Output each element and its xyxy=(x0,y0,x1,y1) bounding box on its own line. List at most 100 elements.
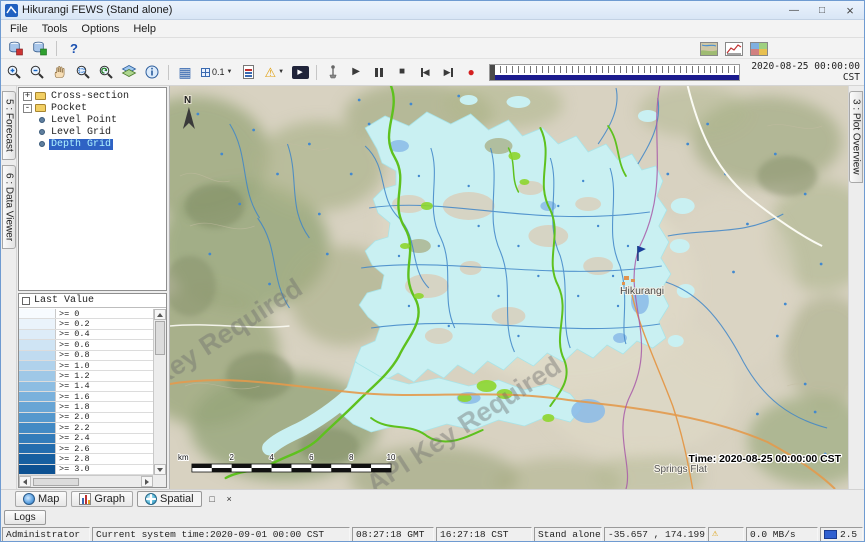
pan-button[interactable] xyxy=(49,61,71,83)
panel-restore-button[interactable]: □ xyxy=(206,492,219,506)
menu-file[interactable]: File xyxy=(3,22,35,36)
shortcut-chart-button[interactable] xyxy=(723,39,745,58)
bottom-tab-label: Spatial xyxy=(160,493,194,505)
tree-expander-icon[interactable]: + xyxy=(23,92,32,101)
scroll-right-button[interactable] xyxy=(141,476,153,487)
toolbar-top-right xyxy=(698,39,770,58)
animation-export-button[interactable]: ▶ xyxy=(289,61,311,83)
scroll-down-button[interactable] xyxy=(154,464,166,475)
legend-vertical-scrollbar[interactable] xyxy=(153,309,166,475)
triangle-down-icon xyxy=(157,468,163,472)
zoom-in-button[interactable] xyxy=(3,61,25,83)
shortcut-map-button[interactable] xyxy=(698,39,720,58)
contour-interval-dropdown[interactable]: 0.1 ▼ xyxy=(197,61,236,83)
database-shortcut-button-1[interactable] xyxy=(4,39,26,58)
legend-row: >= 0.4 xyxy=(19,330,153,340)
bottom-tab-map[interactable]: Map xyxy=(15,491,67,507)
play-button[interactable]: ▶ xyxy=(345,61,367,83)
zoom-previous-button[interactable] xyxy=(95,61,117,83)
status-seg-administrator: Administrator xyxy=(2,527,90,542)
bottom-tab-graph[interactable]: Graph xyxy=(71,491,133,507)
tab-3-plot-overview[interactable]: 3 : Plot Overview xyxy=(849,91,863,183)
color-scale-button[interactable] xyxy=(237,61,259,83)
tree-item-level-grid[interactable]: Level Grid xyxy=(19,126,166,138)
zoom-in-icon xyxy=(6,64,22,80)
legend-color-swatch xyxy=(19,423,56,432)
scroll-up-button[interactable] xyxy=(154,309,166,320)
svg-text:10: 10 xyxy=(387,453,396,462)
app-window: Hikurangi FEWS (Stand alone) — □ × FileT… xyxy=(0,0,865,542)
legend-value-label: >= 0.2 xyxy=(56,319,90,328)
window-controls: — □ × xyxy=(780,1,864,19)
timeline-handle[interactable] xyxy=(490,65,495,80)
tree-item-level-point[interactable]: Level Point xyxy=(19,114,166,126)
step-forward-button[interactable]: ▶ xyxy=(437,61,459,83)
legend-color-swatch xyxy=(19,413,56,422)
map-canvas[interactable]: API Key Required API Key Required Hikura… xyxy=(170,86,848,489)
legend-color-swatch xyxy=(19,382,56,391)
scroll-thumb[interactable] xyxy=(33,478,79,486)
zoom-out-button[interactable] xyxy=(26,61,48,83)
panel-close-button[interactable]: × xyxy=(223,492,236,506)
stop-button[interactable]: ■ xyxy=(391,61,413,83)
memory-usage-bar xyxy=(824,530,837,539)
timeline-ruler xyxy=(494,66,737,73)
status-seg-35-657: -35.657 , 174.199 xyxy=(604,527,706,542)
logs-button[interactable]: Logs xyxy=(4,510,46,525)
close-button[interactable]: × xyxy=(836,1,864,19)
right-tab-strip: 3 : Plot Overview xyxy=(848,86,864,489)
legend-row: >= 0.2 xyxy=(19,319,153,329)
database-shortcut-button-2[interactable] xyxy=(28,39,50,58)
timeline-slider[interactable] xyxy=(489,64,740,81)
tab-5-forecast[interactable]: 5 : Forecast xyxy=(2,91,16,160)
tree-panel: +Cross-section - PocketLevel PointLevel Gr… xyxy=(18,87,167,291)
minimize-button[interactable]: — xyxy=(780,1,808,19)
bottom-tab-label: Graph xyxy=(94,493,125,505)
legend-row: >= 2.0 xyxy=(19,413,153,423)
help-button[interactable]: ? xyxy=(63,39,85,58)
legend-color-swatch xyxy=(19,454,56,463)
tree-expander-icon[interactable]: - xyxy=(23,104,32,113)
titlebar[interactable]: Hikurangi FEWS (Stand alone) — □ × xyxy=(1,1,864,20)
thresholds-dropdown[interactable]: ⚠ ▼ xyxy=(260,61,288,83)
record-button[interactable]: ● xyxy=(460,61,482,83)
time-marker-button[interactable] xyxy=(322,61,344,83)
last-value-checkbox[interactable] xyxy=(22,297,30,305)
legend-color-swatch xyxy=(19,340,56,349)
shortcut-grid-button[interactable] xyxy=(748,39,770,58)
legend-row: >= 1.2 xyxy=(19,371,153,381)
scroll-thumb[interactable] xyxy=(155,321,165,355)
movie-icon: ▶ xyxy=(292,66,309,79)
map-label-hikurangi: Hikurangi xyxy=(620,286,664,297)
movie-play-glyph: ▶ xyxy=(297,69,302,76)
scroll-left-button[interactable] xyxy=(19,476,31,487)
bottom-tab-spatial[interactable]: Spatial xyxy=(137,491,202,507)
tree-item-depth-grid[interactable]: Depth Grid xyxy=(19,138,166,150)
tab-6-data-viewer[interactable]: 6 : Data Viewer xyxy=(2,165,16,249)
chevron-down-icon: ▼ xyxy=(227,69,233,75)
legend-row: >= 2.2 xyxy=(19,423,153,433)
maximize-button[interactable]: □ xyxy=(808,1,836,19)
tree-item-pocket[interactable]: - Pocket xyxy=(19,102,166,114)
map-viewport[interactable]: API Key Required API Key Required Hikura… xyxy=(169,86,848,489)
pause-button[interactable] xyxy=(368,61,390,83)
info-button[interactable] xyxy=(141,61,163,83)
status-seg-current: Current system time:2020-09-01 00:00 CST xyxy=(92,527,350,542)
logs-row: Logs xyxy=(1,508,864,526)
status-text: 0.0 MB/s xyxy=(750,529,796,540)
zoom-region-button[interactable] xyxy=(72,61,94,83)
zoom-previous-icon xyxy=(98,64,114,80)
tree-label: Pocket xyxy=(49,103,89,114)
layers-button[interactable] xyxy=(118,61,140,83)
step-backward-button[interactable]: ◀ xyxy=(414,61,436,83)
tree-item-cross-section[interactable]: +Cross-section xyxy=(19,90,166,102)
chevron-down-icon: ▼ xyxy=(278,69,284,75)
menu-tools[interactable]: Tools xyxy=(35,22,75,36)
status-seg-0-0: 0.0 MB/s xyxy=(746,527,818,542)
grid-display-button[interactable]: ▦ xyxy=(174,61,196,83)
window-title: Hikurangi FEWS (Stand alone) xyxy=(22,4,172,16)
legend-horizontal-scrollbar[interactable] xyxy=(19,475,153,487)
status-text: Administrator xyxy=(6,529,80,540)
menu-help[interactable]: Help xyxy=(126,22,163,36)
menu-options[interactable]: Options xyxy=(74,22,126,36)
